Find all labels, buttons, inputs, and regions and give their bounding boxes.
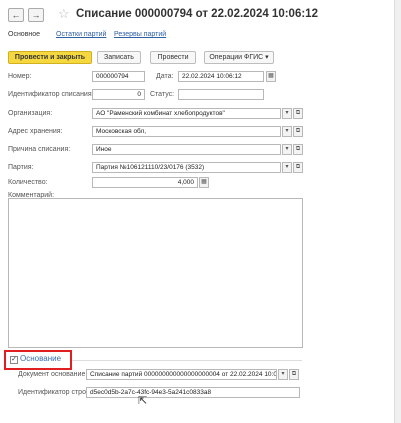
basis-document-open-icon[interactable]: ⧉ (289, 369, 299, 380)
chevron-down-icon: ▾ (265, 54, 269, 61)
post-button[interactable]: Провести (150, 51, 196, 64)
mouse-cursor-icon: ⇱ (138, 395, 148, 407)
basis-document-select-icon[interactable]: ▾ (278, 369, 288, 380)
organization-field[interactable]: АО "Раменский комбинат хлебопродуктов" (92, 108, 281, 119)
tab-batch-balances[interactable]: Остатки партий (56, 28, 106, 42)
writeoff-id-label: Идентификатор списания: (8, 91, 94, 98)
quantity-label: Количество: (8, 179, 48, 186)
storage-address-field[interactable]: Московская обл, (92, 126, 281, 137)
writeoff-reason-open-icon[interactable]: ⧉ (293, 144, 303, 155)
basis-section-label[interactable]: Основание (20, 354, 61, 363)
writeoff-reason-field[interactable]: Иное (92, 144, 281, 155)
batch-field[interactable]: Партия №106121110/23/0176 (3532) (92, 162, 281, 173)
status-label: Статус: (150, 91, 175, 98)
date-label: Дата: (156, 73, 174, 80)
batch-open-icon[interactable]: ⧉ (293, 162, 303, 173)
title-bar: ← → ☆ Списание 000000794 от 22.02.2024 1… (0, 0, 401, 30)
date-field[interactable]: 22.02.2024 10:06:12 (178, 71, 264, 82)
batch-label: Партия: (8, 164, 34, 171)
number-label: Номер: (8, 73, 32, 80)
organization-select-icon[interactable]: ▾ (282, 108, 292, 119)
fgis-operations-menu[interactable]: Операции ФГИС ▾ (204, 51, 274, 64)
status-field[interactable] (178, 89, 264, 100)
calendar-icon[interactable]: ▦ (266, 71, 276, 82)
writeoff-reason-label: Причина списания: (8, 146, 71, 153)
organization-open-icon[interactable]: ⧉ (293, 108, 303, 119)
writeoff-id-field[interactable]: 0 (92, 89, 145, 100)
row-id-label: Идентификатор строки: (18, 389, 95, 396)
page-title: Списание 000000794 от 22.02.2024 10:06:1… (76, 8, 318, 20)
comment-textarea[interactable] (8, 198, 303, 348)
basis-document-label: Документ основание: (18, 371, 88, 378)
section-divider (72, 360, 302, 361)
back-button[interactable]: ← (8, 8, 24, 22)
arrow-left-icon: ← (11, 10, 21, 20)
quantity-field[interactable]: 4,000 (92, 177, 198, 188)
favorite-star-icon[interactable]: ☆ (58, 6, 70, 22)
storage-address-select-icon[interactable]: ▾ (282, 126, 292, 137)
tab-main[interactable]: Основное (8, 28, 40, 42)
number-field[interactable]: 000000794 (92, 71, 145, 82)
arrow-right-icon: → (31, 10, 41, 20)
forward-button[interactable]: → (28, 8, 44, 22)
calculator-icon[interactable]: ▦ (199, 177, 209, 188)
scrollbar[interactable] (394, 0, 401, 423)
post-and-close-button[interactable]: Провести и закрыть (8, 51, 92, 64)
basis-document-field[interactable]: Списание партий 000000000000000000004 от… (86, 369, 277, 380)
fgis-operations-label: Операции ФГИС (209, 54, 264, 61)
basis-checkbox[interactable]: ✓ (10, 356, 18, 364)
writeoff-reason-select-icon[interactable]: ▾ (282, 144, 292, 155)
storage-address-label: Адрес хранения: (8, 128, 63, 135)
tab-batch-reserves[interactable]: Резервы партий (114, 28, 166, 42)
storage-address-open-icon[interactable]: ⧉ (293, 126, 303, 137)
save-button[interactable]: Записать (97, 51, 141, 64)
organization-label: Организация: (8, 110, 53, 117)
batch-select-icon[interactable]: ▾ (282, 162, 292, 173)
row-id-field[interactable]: d5ec0d5b-2a7c-43fc-94e3-5a241c0833a8 (86, 387, 300, 398)
